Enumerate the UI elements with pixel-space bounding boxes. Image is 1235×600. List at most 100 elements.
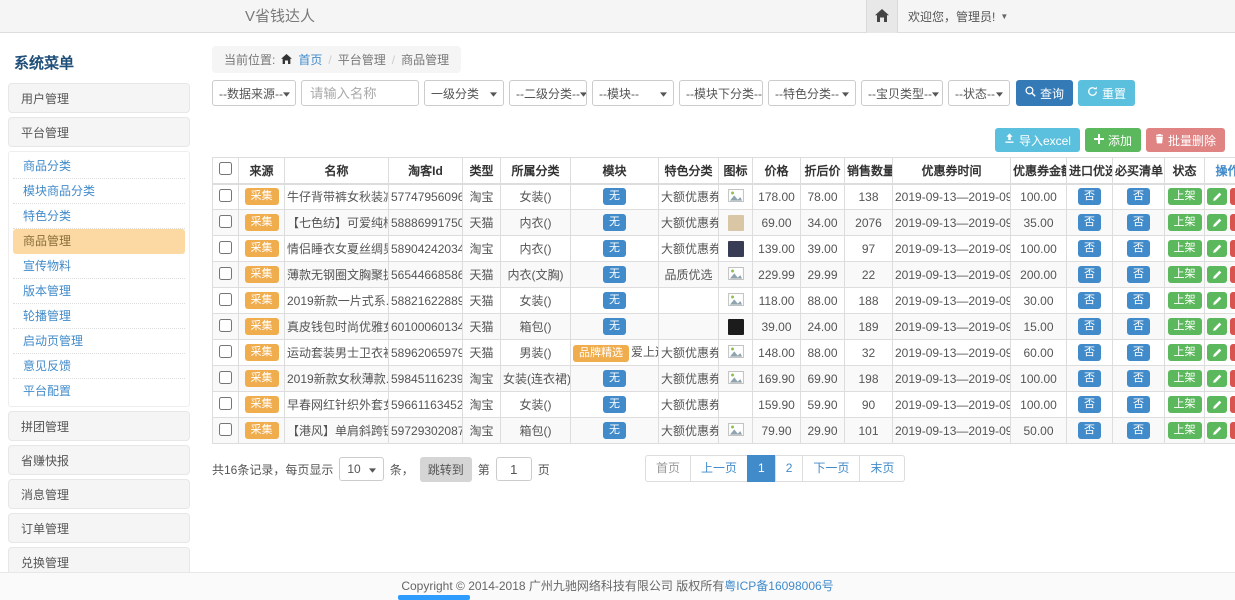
row-checkbox[interactable]	[219, 215, 232, 228]
import-select-toggle[interactable]: 否	[1078, 214, 1101, 231]
row-checkbox[interactable]	[219, 319, 232, 332]
import-select-toggle[interactable]: 否	[1078, 240, 1101, 257]
pager-prev[interactable]: 上一页	[690, 455, 748, 482]
add-button[interactable]: 添加	[1085, 128, 1141, 152]
row-checkbox[interactable]	[219, 397, 232, 410]
edit-button[interactable]	[1207, 344, 1227, 361]
filter-level1-category-select[interactable]: 一级分类	[424, 80, 504, 106]
delete-button[interactable]	[1230, 344, 1235, 361]
pager-first[interactable]: 首页	[645, 455, 691, 482]
jump-page-input[interactable]	[496, 457, 532, 481]
filter-feature-category-select[interactable]: --特色分类--	[768, 80, 856, 106]
delete-button[interactable]	[1230, 370, 1235, 387]
sidebar-item-version-management[interactable]: 版本管理	[13, 279, 185, 304]
pager-page-2[interactable]: 2	[775, 455, 804, 482]
edit-button[interactable]	[1207, 370, 1227, 387]
import-select-toggle[interactable]: 否	[1078, 344, 1101, 361]
pager-page-1[interactable]: 1	[747, 455, 776, 482]
status-badge[interactable]: 上架	[1168, 292, 1202, 309]
row-checkbox[interactable]	[219, 267, 232, 280]
filter-name-input[interactable]	[301, 80, 419, 106]
user-menu[interactable]: 欢迎您，管理员! ▼	[908, 0, 1008, 33]
filter-item-type-select[interactable]: --宝贝类型--	[861, 80, 943, 106]
status-badge[interactable]: 上架	[1168, 240, 1202, 257]
delete-button[interactable]	[1230, 292, 1235, 309]
home-button[interactable]	[866, 0, 898, 33]
row-checkbox[interactable]	[219, 189, 232, 202]
sidebar-item-splash-management[interactable]: 启动页管理	[13, 329, 185, 354]
edit-button[interactable]	[1207, 266, 1227, 283]
must-buy-toggle[interactable]: 否	[1127, 292, 1150, 309]
reset-button[interactable]: 重置	[1078, 80, 1135, 106]
import-select-toggle[interactable]: 否	[1078, 370, 1101, 387]
import-select-toggle[interactable]: 否	[1078, 292, 1101, 309]
must-buy-toggle[interactable]: 否	[1127, 188, 1150, 205]
sidebar-item-goods-category[interactable]: 商品分类	[13, 154, 185, 179]
delete-button[interactable]	[1230, 188, 1235, 205]
row-checkbox[interactable]	[219, 371, 232, 384]
edit-button[interactable]	[1207, 422, 1227, 439]
filter-module-select[interactable]: --模块--	[592, 80, 674, 106]
horizontal-scrollbar-thumb[interactable]	[398, 595, 470, 600]
sidebar-item-carousel-management[interactable]: 轮播管理	[13, 304, 185, 329]
sidebar-item-exchange-management[interactable]: 兑换管理	[8, 547, 190, 572]
status-badge[interactable]: 上架	[1168, 188, 1202, 205]
sidebar-item-group-buy-management[interactable]: 拼团管理	[8, 411, 190, 441]
edit-button[interactable]	[1207, 214, 1227, 231]
filter-status-select[interactable]: --状态--	[948, 80, 1010, 106]
sidebar-item-message-management[interactable]: 消息管理	[8, 479, 190, 509]
must-buy-toggle[interactable]: 否	[1127, 214, 1150, 231]
filter-data-source-select[interactable]: --数据来源--	[212, 80, 296, 106]
import-select-toggle[interactable]: 否	[1078, 396, 1101, 413]
delete-button[interactable]	[1230, 318, 1235, 335]
sidebar-item-user-management[interactable]: 用户管理	[8, 83, 190, 113]
delete-button[interactable]	[1230, 240, 1235, 257]
must-buy-toggle[interactable]: 否	[1127, 266, 1150, 283]
delete-button[interactable]	[1230, 422, 1235, 439]
row-checkbox[interactable]	[219, 241, 232, 254]
edit-button[interactable]	[1207, 396, 1227, 413]
delete-button[interactable]	[1230, 266, 1235, 283]
sidebar-item-platform-config[interactable]: 平台配置	[13, 379, 185, 404]
filter-level2-category-select[interactable]: --二级分类--	[509, 80, 587, 106]
edit-button[interactable]	[1207, 318, 1227, 335]
import-select-toggle[interactable]: 否	[1078, 188, 1101, 205]
status-badge[interactable]: 上架	[1168, 422, 1202, 439]
icp-link[interactable]: 粤ICP备16098006号	[724, 579, 833, 593]
batch-delete-button[interactable]: 批量删除	[1146, 128, 1225, 152]
pager-last[interactable]: 末页	[859, 455, 905, 482]
pager-next[interactable]: 下一页	[802, 455, 860, 482]
sidebar-item-promo-materials[interactable]: 宣传物料	[13, 254, 185, 279]
sidebar-item-save-earn-news[interactable]: 省赚快报	[8, 445, 190, 475]
status-badge[interactable]: 上架	[1168, 318, 1202, 335]
must-buy-toggle[interactable]: 否	[1127, 370, 1150, 387]
must-buy-toggle[interactable]: 否	[1127, 318, 1150, 335]
edit-button[interactable]	[1207, 292, 1227, 309]
status-badge[interactable]: 上架	[1168, 266, 1202, 283]
filter-module-sub-category-select[interactable]: --模块下分类--	[679, 80, 763, 106]
sidebar-item-goods-management[interactable]: 商品管理	[13, 229, 185, 254]
edit-button[interactable]	[1207, 240, 1227, 257]
row-checkbox[interactable]	[219, 345, 232, 358]
status-badge[interactable]: 上架	[1168, 344, 1202, 361]
select-all-checkbox[interactable]	[219, 162, 232, 175]
must-buy-toggle[interactable]: 否	[1127, 422, 1150, 439]
sidebar-item-platform-management[interactable]: 平台管理	[8, 117, 190, 147]
sidebar-item-feature-category[interactable]: 特色分类	[13, 204, 185, 229]
status-badge[interactable]: 上架	[1168, 214, 1202, 231]
sidebar-item-order-management[interactable]: 订单管理	[8, 513, 190, 543]
sidebar-item-module-goods-category[interactable]: 模块商品分类	[13, 179, 185, 204]
import-excel-button[interactable]: 导入excel	[995, 128, 1080, 152]
jump-button[interactable]: 跳转到	[420, 457, 472, 482]
import-select-toggle[interactable]: 否	[1078, 422, 1101, 439]
import-select-toggle[interactable]: 否	[1078, 266, 1101, 283]
row-checkbox[interactable]	[219, 293, 232, 306]
edit-button[interactable]	[1207, 188, 1227, 205]
must-buy-toggle[interactable]: 否	[1127, 344, 1150, 361]
must-buy-toggle[interactable]: 否	[1127, 396, 1150, 413]
status-badge[interactable]: 上架	[1168, 396, 1202, 413]
breadcrumb-home-link[interactable]: 首页	[298, 51, 322, 68]
per-page-select[interactable]: 10	[339, 457, 383, 481]
sidebar-item-feedback[interactable]: 意见反馈	[13, 354, 185, 379]
must-buy-toggle[interactable]: 否	[1127, 240, 1150, 257]
